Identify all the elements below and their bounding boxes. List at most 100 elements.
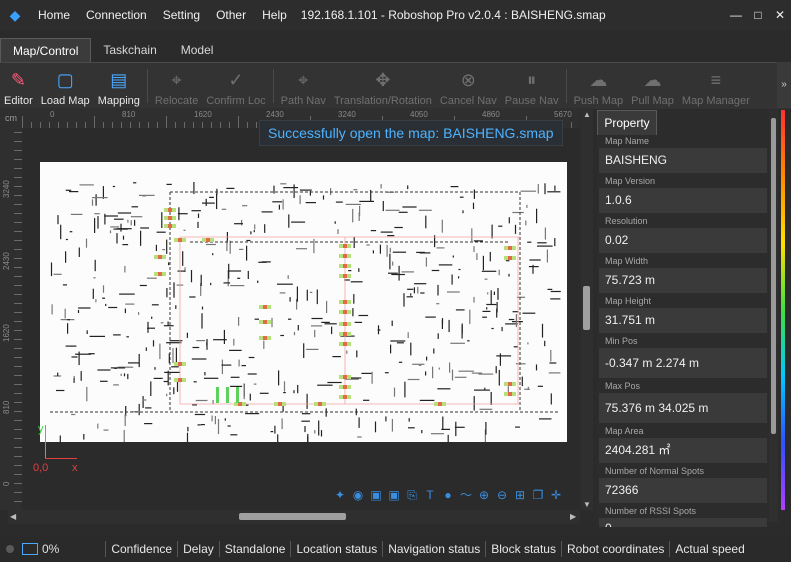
tab-property[interactable]: Property [597, 110, 657, 135]
map-wall-segment [472, 202, 475, 210]
prop-max-pos: Max Pos 75.376 m 34.025 m [599, 380, 767, 423]
push-map-button[interactable]: ☁ Push Map [570, 63, 628, 107]
box-tool-icon[interactable]: ▣ [386, 487, 402, 503]
map-canvas[interactable] [40, 162, 567, 450]
map-wall-segment [166, 183, 172, 185]
map-wall-segment [289, 297, 291, 302]
prop-label: Map Name [599, 135, 767, 147]
battery-icon [22, 543, 38, 555]
map-wall-segment [358, 314, 369, 317]
tab-model[interactable]: Model [169, 38, 226, 62]
map-wall-segment [125, 303, 135, 305]
menu-other[interactable]: Other [208, 0, 254, 30]
ruler-tick [14, 141, 22, 142]
pull-map-button[interactable]: ☁ Pull Map [627, 63, 678, 107]
menu-connection[interactable]: Connection [78, 0, 155, 30]
zoom-in-icon[interactable]: ⊕ [476, 487, 492, 503]
map-wall-segment [187, 426, 189, 432]
minimize-button[interactable]: — [725, 0, 747, 30]
ruler-top-label: 1620 [194, 110, 212, 119]
path-nav-button[interactable]: ⌖ Path Nav [277, 63, 330, 107]
ruler-tick [14, 411, 22, 412]
map-wall-segment [280, 183, 287, 185]
map-wall-segment [515, 426, 520, 428]
menu-help[interactable]: Help [254, 0, 295, 30]
map-horizontal-scroll-thumb[interactable] [239, 513, 346, 520]
view-tool-icon[interactable]: ◉ [350, 487, 366, 503]
toolbar-overflow-button[interactable]: » [777, 62, 791, 108]
scroll-left-arrow-icon[interactable]: ◀ [10, 512, 16, 521]
map-wall-segment [209, 196, 214, 198]
map-wall-segment [89, 335, 105, 337]
path-tool-icon[interactable]: 〜 [458, 487, 474, 503]
map-wall-segment [421, 430, 423, 434]
map-station-marker [168, 208, 172, 212]
map-wall-segment [474, 389, 490, 391]
map-wall-segment [404, 381, 406, 398]
map-wall-segment [544, 183, 546, 195]
fit-view-icon[interactable]: ⊞ [512, 487, 528, 503]
map-station-marker [263, 320, 267, 324]
map-wall-segment [59, 435, 61, 449]
status-toast: Successfully open the map: BAISHENG.smap [259, 120, 563, 146]
map-wall-segment [264, 224, 266, 233]
editor-button[interactable]: ✎ Editor [0, 63, 37, 107]
scroll-right-arrow-icon[interactable]: ▶ [570, 512, 576, 521]
map-wall-segment [546, 249, 548, 263]
map-wall-segment [498, 225, 503, 227]
maximize-button[interactable]: □ [747, 0, 769, 30]
pause-nav-button[interactable]: ⏸ Pause Nav [501, 63, 563, 107]
scroll-down-arrow-icon[interactable]: ▼ [583, 500, 591, 509]
menu-setting[interactable]: Setting [155, 0, 208, 30]
zoom-out-icon[interactable]: ⊖ [494, 487, 510, 503]
map-wall-segment [233, 338, 235, 346]
confirm-loc-button[interactable]: ✓ Confirm Loc [202, 63, 269, 107]
cancel-nav-button[interactable]: ⊗ Cancel Nav [436, 63, 501, 107]
map-station-marker [343, 332, 347, 336]
map-vertical-scroll-thumb[interactable] [583, 286, 590, 330]
mapping-button[interactable]: ▤ Mapping [94, 63, 144, 107]
tab-taskchain[interactable]: Taskchain [91, 38, 168, 62]
copy-icon[interactable]: ❐ [530, 487, 546, 503]
frame-tool-icon[interactable]: ▣ [368, 487, 384, 503]
map-wall-segment [384, 372, 389, 374]
rect-select-icon[interactable]: ⎘ [404, 487, 420, 503]
relocate-button[interactable]: ⌖ Relocate [151, 63, 202, 107]
map-wall-segment [386, 244, 388, 257]
tab-map-control[interactable]: Map/Control [0, 38, 92, 63]
map-wall-segment [140, 230, 142, 246]
map-station-marker [263, 336, 267, 340]
translation-rotation-button[interactable]: ✥ Translation/Rotation [330, 63, 436, 107]
map-wall-segment [288, 318, 292, 320]
map-wall-segment [151, 316, 153, 319]
ruler-tick [14, 465, 22, 466]
point-tool-icon[interactable]: ● [440, 487, 456, 503]
close-button[interactable]: ✕ [769, 0, 791, 30]
map-wall-segment [211, 415, 213, 422]
property-scroll-thumb[interactable] [771, 118, 776, 434]
map-manager-button[interactable]: ≡ Map Manager [678, 63, 754, 107]
scroll-up-arrow-icon[interactable]: ▲ [583, 110, 591, 119]
move-view-icon[interactable]: ✛ [548, 487, 564, 503]
map-wall-segment [126, 336, 129, 338]
cancel-icon: ⊗ [460, 70, 476, 90]
map-wall-segment [152, 340, 155, 347]
map-station-marker [168, 224, 172, 228]
confirm-loc-label: Confirm Loc [206, 95, 266, 107]
select-tool-icon[interactable]: ✦ [332, 487, 348, 503]
map-wall-segment [122, 235, 125, 240]
map-wall-segment [309, 291, 313, 293]
load-map-button[interactable]: ▢ Load Map [37, 63, 94, 107]
map-wall-segment [314, 329, 316, 338]
prop-label: Number of Normal Spots [599, 465, 767, 477]
map-wall-segment [358, 417, 360, 428]
map-wall-segment [145, 347, 147, 351]
map-wall-segment [366, 244, 370, 246]
map-wall-segment [554, 238, 556, 247]
map-wall-segment [448, 319, 450, 333]
map-wall-segment [293, 184, 295, 198]
text-tool-icon[interactable]: T [422, 487, 438, 503]
menu-home[interactable]: Home [30, 0, 78, 30]
map-wall-segment [391, 273, 405, 276]
map-wall-segment [92, 288, 94, 299]
